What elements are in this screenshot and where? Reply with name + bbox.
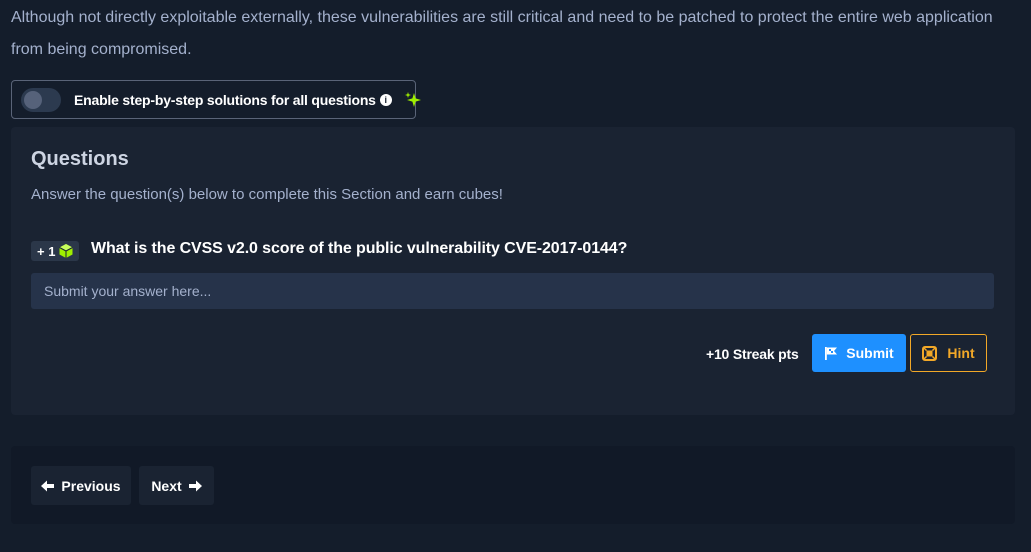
cube-reward-badge: + 1 [31, 241, 79, 261]
previous-label: Previous [61, 477, 121, 494]
hint-button[interactable]: Hint [910, 334, 987, 372]
intro-paragraph: Although not directly exploitable extern… [11, 9, 993, 58]
step-by-step-toggle-bar: Enable step-by-step solutions for all qu… [11, 80, 421, 119]
next-button[interactable]: Next [139, 466, 214, 505]
next-label: Next [151, 477, 182, 494]
questions-subtitle: Answer the question(s) below to complete… [31, 186, 503, 203]
answer-input[interactable] [31, 273, 994, 309]
cube-icon [59, 244, 74, 258]
questions-card: Questions Answer the question(s) below t… [11, 127, 1015, 415]
arrow-right-icon [188, 480, 202, 491]
toggle-label: Enable step-by-step solutions for all qu… [74, 91, 376, 108]
hint-icon [922, 345, 938, 361]
question-text: What is the CVSS v2.0 score of the publi… [91, 240, 628, 257]
section-navigation: Previous Next [11, 446, 1015, 524]
sparkle-icon [404, 91, 421, 107]
submit-label: Submit [846, 345, 894, 361]
step-by-step-switch[interactable] [21, 87, 61, 112]
switch-knob [24, 90, 42, 109]
questions-heading: Questions [31, 148, 129, 170]
cube-reward-value: + 1 [37, 243, 56, 259]
arrow-left-icon [41, 480, 55, 491]
previous-button[interactable]: Previous [31, 466, 131, 505]
submit-button[interactable]: Submit [812, 334, 906, 372]
streak-points: +10 Streak pts [706, 346, 799, 362]
hint-label: Hint [947, 345, 975, 361]
info-icon[interactable]: i [379, 93, 392, 106]
flag-icon [825, 346, 838, 360]
